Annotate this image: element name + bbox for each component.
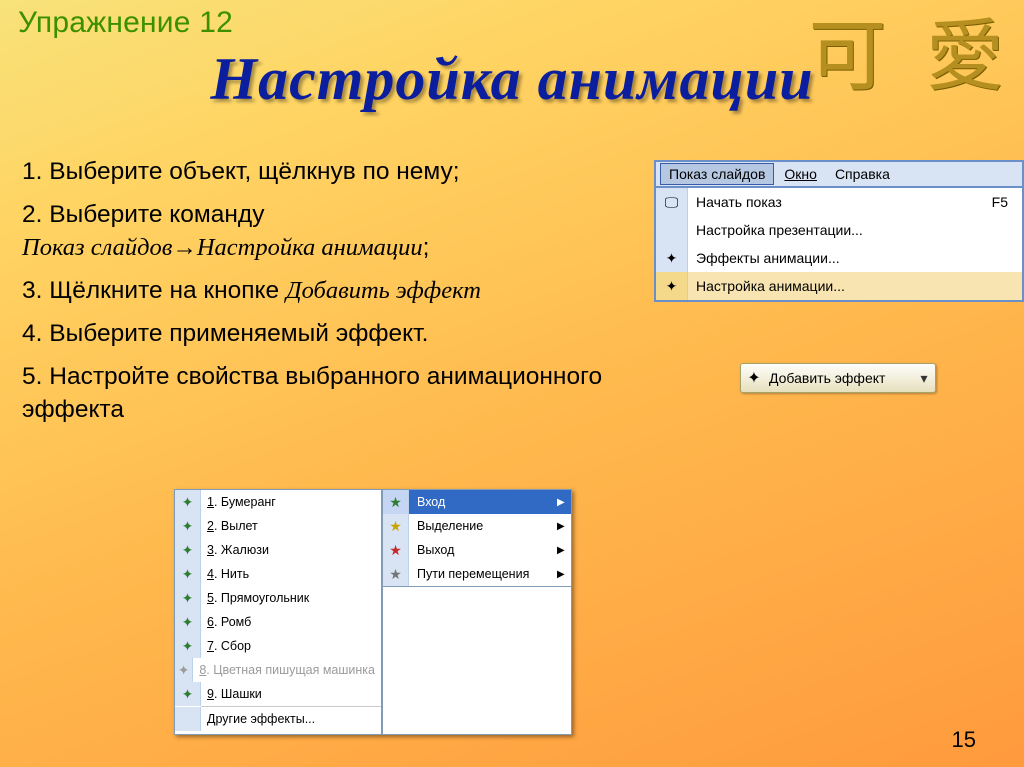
category-motion-paths[interactable]: ★ Пути перемещения ▶ (383, 562, 571, 586)
star-icon: ✦ (175, 538, 201, 562)
star-settings-icon: ✦ (656, 272, 688, 300)
effect-item-2[interactable]: ✦ 2. Вылет (175, 514, 381, 538)
category-emphasis[interactable]: ★ Выделение ▶ (383, 514, 571, 538)
step-3: 3. Щёлкните на кнопке Добавить эффект (22, 274, 632, 307)
star-icon: ✦ (175, 514, 201, 538)
chevron-down-icon: ▾ (913, 370, 935, 387)
star-icon: ✦ (175, 634, 201, 658)
page-title: Настройка анимации (0, 45, 1024, 114)
menu-item-start-show[interactable]: 🖵 Начать показ F5 (656, 188, 1022, 216)
chevron-right-icon: ▶ (557, 521, 571, 532)
menu-item-setup-presentation[interactable]: Настройка презентации... (656, 216, 1022, 244)
star-icon: ✦ (741, 368, 767, 388)
chevron-right-icon: ▶ (557, 545, 571, 556)
add-effect-label: Добавить эффект (767, 370, 913, 386)
effect-item-1[interactable]: ✦ 1. Бумеранг (175, 490, 381, 514)
menubar-item-window[interactable]: Окно (776, 164, 825, 184)
menu-item-animation-effects[interactable]: ✦ Эффекты анимации... (656, 244, 1022, 272)
step-4: 4. Выберите применяемый эффект. (22, 317, 632, 350)
step-2: 2. Выберите команду Показ слайдов→Настро… (22, 198, 632, 264)
slide: Упражнение 12 可 愛 Настройка анимации 1. … (0, 0, 1024, 767)
star-red-icon: ★ (383, 538, 409, 562)
page-number: 15 (952, 727, 976, 753)
menubar-item-slideshow[interactable]: Показ слайдов (660, 163, 774, 185)
chevron-right-icon: ▶ (557, 497, 571, 508)
effect-item-5[interactable]: ✦ 5. Прямоугольник (175, 586, 381, 610)
star-icon: ✦ (175, 562, 201, 586)
star-icon: ✦ (175, 586, 201, 610)
star-icon: ✦ (175, 490, 201, 514)
star-icon: ✦ (175, 658, 193, 682)
menubar: Показ слайдов Окно Справка (654, 160, 1024, 188)
blank-icon (175, 707, 201, 731)
step-1: 1. Выберите объект, щёлкнув по нему; (22, 155, 632, 188)
presentation-icon: 🖵 (656, 188, 688, 216)
effects-list: ✦ 1. Бумеранг ✦ 2. Вылет ✦ 3. Жалюзи ✦ 4… (174, 489, 382, 735)
effect-item-9[interactable]: ✦ 9. Шашки (175, 682, 381, 706)
star-icon: ✦ (175, 610, 201, 634)
effect-item-3[interactable]: ✦ 3. Жалюзи (175, 538, 381, 562)
star-yellow-icon: ★ (383, 514, 409, 538)
effects-panel: ✦ 1. Бумеранг ✦ 2. Вылет ✦ 3. Жалюзи ✦ 4… (174, 489, 572, 735)
steps-list: 1. Выберите объект, щёлкнув по нему; 2. … (22, 155, 632, 436)
blank-icon (656, 216, 688, 244)
effect-item-6[interactable]: ✦ 6. Ромб (175, 610, 381, 634)
effect-item-more[interactable]: Другие эффекты... (175, 707, 381, 731)
chevron-right-icon: ▶ (557, 569, 571, 580)
step-5: 5. Настройте свойства выбранного анимаци… (22, 360, 632, 426)
category-exit[interactable]: ★ Выход ▶ (383, 538, 571, 562)
add-effect-button[interactable]: ✦ Добавить эффект ▾ (740, 363, 936, 393)
menu-item-custom-animation[interactable]: ✦ Настройка анимации... (656, 272, 1022, 300)
submenu-placeholder (382, 587, 572, 735)
effect-item-8-disabled: ✦ 8. Цветная пишущая машинка (175, 658, 381, 682)
star-icon: ✦ (656, 244, 688, 272)
powerpoint-menu: Показ слайдов Окно Справка 🖵 Начать пока… (654, 160, 1024, 302)
exercise-label: Упражнение 12 (18, 6, 233, 40)
category-column: ★ Вход ▶ ★ Выделение ▶ ★ Выход ▶ ★ Пути … (382, 489, 572, 735)
effect-item-7[interactable]: ✦ 7. Сбор (175, 634, 381, 658)
star-icon: ✦ (175, 682, 201, 706)
star-grey-icon: ★ (383, 562, 409, 586)
effect-item-4[interactable]: ✦ 4. Нить (175, 562, 381, 586)
category-entrance[interactable]: ★ Вход ▶ (383, 490, 571, 514)
menu-dropdown: 🖵 Начать показ F5 Настройка презентации.… (654, 188, 1024, 302)
category-menu: ★ Вход ▶ ★ Выделение ▶ ★ Выход ▶ ★ Пути … (382, 489, 572, 587)
star-green-icon: ★ (383, 490, 409, 514)
menubar-item-help[interactable]: Справка (827, 164, 898, 184)
